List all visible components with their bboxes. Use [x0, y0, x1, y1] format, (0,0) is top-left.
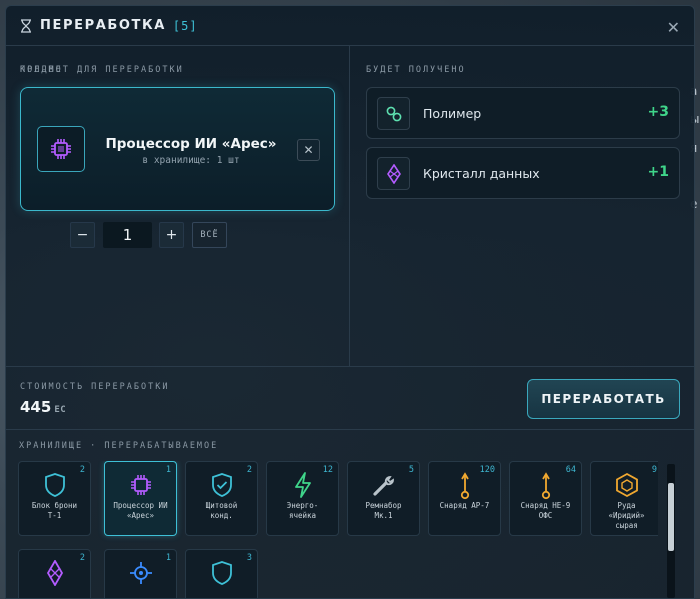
ammo-icon	[510, 472, 581, 500]
cost-label: СТОИМОСТЬ ПЕРЕРАБОТКИ	[20, 382, 170, 392]
recycle-dialog: ПЕРЕРАБОТКА [5] ✕ ПРЕДМЕТ ДЛЯ ПЕРЕРАБОТК…	[5, 5, 695, 599]
shield-icon	[19, 472, 90, 498]
storage-slot[interactable]: 1 Процессор ИИ «Арес»	[104, 461, 177, 536]
storage-slot[interactable]: 5 Ремнабор Мк.1	[347, 461, 420, 536]
ammo-icon	[429, 472, 500, 500]
slot-name: Щитовой конд.	[205, 501, 238, 520]
dialog-header: ПЕРЕРАБОТКА [5] ✕	[6, 6, 694, 46]
input-panel: ПРЕДМЕТ ДЛЯ ПЕРЕРАБОТКИ Процессор ИИ «Ар…	[6, 46, 350, 366]
cost-value: 445 ЕС	[20, 398, 66, 416]
quantity-all-button[interactable]: ВСЁ	[192, 222, 227, 248]
ore-icon	[591, 472, 658, 498]
slot-name: Снаряд НЕ-9 ОФС	[520, 501, 571, 520]
quantity-increase-button[interactable]: +	[159, 222, 184, 248]
shield-check-icon	[186, 472, 257, 498]
storage-slot[interactable]: 2 Щитовой конд.	[185, 461, 258, 536]
slot-name: Ремнабор Мк.1	[365, 501, 402, 520]
dialog-count: [5]	[172, 18, 198, 33]
hourglass-icon	[20, 18, 32, 33]
selected-item-name: Процессор ИИ «Арес»	[105, 136, 277, 152]
slot-name: Энерго- ячейка	[286, 501, 319, 520]
output-panel: БУДЕТ ПОЛУЧЕНО Полимер +3 Кристалл данны…	[351, 46, 694, 366]
output-item-qty: +1	[647, 164, 669, 180]
cost-bar: СТОИМОСТЬ ПЕРЕРАБОТКИ 445 ЕС ПЕРЕРАБОТАТЬ	[6, 366, 694, 430]
selected-item-stock: в хранилище: 1 шт	[142, 155, 240, 166]
wrench-icon	[348, 472, 419, 498]
lightning-icon	[267, 472, 338, 498]
quantity-label: КОЛ-ВО	[20, 65, 63, 75]
quantity-input[interactable]: 1	[103, 222, 152, 248]
dialog-title: ПЕРЕРАБОТКА	[40, 18, 166, 33]
slot-name: Руда «Иридий» сырая	[608, 501, 645, 530]
storage-slot[interactable]: 9 Руда «Иридий» сырая	[590, 461, 658, 536]
quantity-decrease-button[interactable]: −	[70, 222, 95, 248]
storage-slot[interactable]: 64 Снаряд НЕ-9 ОФС	[509, 461, 582, 536]
output-item-name: Кристалл данных	[423, 166, 540, 181]
storage-slot[interactable]: 2	[18, 549, 91, 598]
storage-section-label: ХРАНИЛИЩЕ · ПЕРЕРАБАТЫВАЕМОЕ	[19, 441, 219, 451]
chip-icon	[105, 472, 176, 498]
output-item-name: Полимер	[423, 106, 482, 121]
storage-grid: 2 Блок брони Т-1 1 Процессор ИИ «Арес» 2…	[18, 461, 658, 598]
remove-item-button[interactable]: ✕	[297, 139, 320, 161]
close-icon: ✕	[303, 143, 314, 157]
chip-icon	[37, 126, 85, 172]
cost-unit: ЕС	[54, 405, 67, 415]
storage-slot[interactable]: 120 Снаряд АР-7	[428, 461, 501, 536]
slot-name: Блок брони Т-1	[31, 501, 78, 520]
polymer-icon	[377, 97, 410, 130]
output-section-label: БУДЕТ ПОЛУЧЕНО	[366, 65, 466, 75]
output-item-qty: +3	[647, 104, 669, 120]
storage-scrollbar-thumb[interactable]	[668, 483, 674, 551]
selected-item-card[interactable]: Процессор ИИ «Арес» в хранилище: 1 шт ✕	[20, 87, 335, 211]
crystal-icon	[19, 560, 90, 586]
slot-name: Процессор ИИ «Арес»	[113, 501, 168, 520]
output-item: Кристалл данных +1	[366, 147, 680, 199]
scope-icon	[105, 560, 176, 586]
storage-slot[interactable]: 3	[185, 549, 258, 598]
shield-icon	[186, 560, 257, 586]
cost-amount: 445	[20, 398, 52, 416]
slot-name: Снаряд АР-7	[439, 501, 490, 510]
storage-slot[interactable]: 12 Энерго- ячейка	[266, 461, 339, 536]
close-icon[interactable]: ✕	[667, 18, 680, 37]
storage-slot[interactable]: 2 Блок брони Т-1	[18, 461, 91, 536]
storage-slot[interactable]: 1	[104, 549, 177, 598]
output-item: Полимер +3	[366, 87, 680, 139]
crystal-icon	[377, 157, 410, 190]
process-button[interactable]: ПЕРЕРАБОТАТЬ	[527, 379, 680, 419]
